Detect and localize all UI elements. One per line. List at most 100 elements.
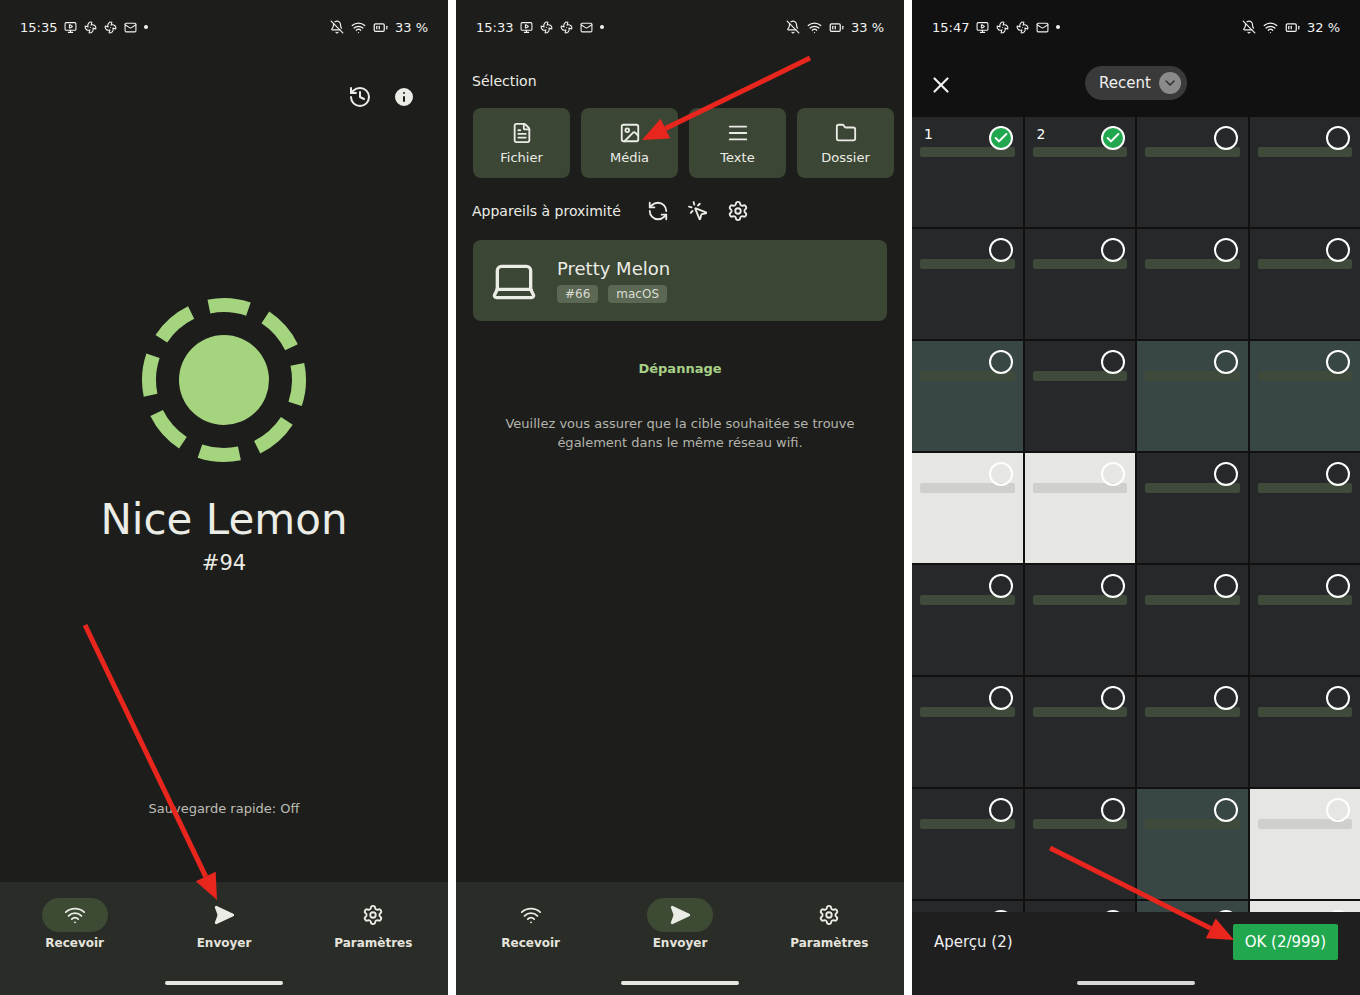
app-icon: [1016, 21, 1029, 34]
media-thumbnail[interactable]: [1025, 229, 1136, 339]
select-mark[interactable]: [989, 462, 1013, 486]
media-thumbnail[interactable]: [1137, 229, 1248, 339]
media-thumbnail[interactable]: [1025, 677, 1136, 787]
select-mark[interactable]: [1214, 350, 1238, 374]
selection-tile[interactable]: Média: [581, 108, 678, 178]
select-mark[interactable]: [1326, 798, 1350, 822]
select-mark[interactable]: [1326, 126, 1350, 150]
media-thumbnail[interactable]: [1137, 565, 1248, 675]
select-mark[interactable]: [1214, 910, 1238, 912]
select-mark[interactable]: [1214, 238, 1238, 262]
media-thumbnail[interactable]: [1137, 117, 1248, 227]
select-mark[interactable]: [1326, 686, 1350, 710]
media-thumbnail[interactable]: [912, 677, 1023, 787]
select-mark[interactable]: [1101, 910, 1125, 912]
media-thumbnail[interactable]: [1137, 677, 1248, 787]
media-thumbnail[interactable]: [1250, 565, 1360, 675]
nav-label: Recevoir: [45, 936, 104, 950]
selection-tile[interactable]: Fichier: [473, 108, 570, 178]
select-mark[interactable]: [1101, 798, 1125, 822]
nav-item[interactable]: Recevoir: [20, 898, 130, 950]
media-thumbnail[interactable]: [1250, 677, 1360, 787]
media-thumbnail[interactable]: [1025, 901, 1136, 912]
select-mark[interactable]: [989, 350, 1013, 374]
media-thumbnail[interactable]: [1250, 341, 1360, 451]
media-thumbnail[interactable]: [1025, 341, 1136, 451]
select-mark[interactable]: [1101, 686, 1125, 710]
select-mark[interactable]: [1101, 462, 1125, 486]
device-card[interactable]: Pretty Melon#66macOS: [473, 240, 887, 321]
selection-order: 1: [924, 126, 933, 142]
nav-icon: [213, 904, 235, 926]
media-grid: 12: [912, 117, 1360, 912]
select-mark[interactable]: [1214, 462, 1238, 486]
media-thumbnail[interactable]: [1250, 453, 1360, 563]
select-mark[interactable]: [1101, 238, 1125, 262]
select-mark[interactable]: [1326, 574, 1350, 598]
select-mark[interactable]: [989, 798, 1013, 822]
close-icon[interactable]: [928, 72, 954, 98]
select-mark[interactable]: [1214, 574, 1238, 598]
media-thumbnail[interactable]: [1025, 789, 1136, 899]
select-mark[interactable]: [989, 126, 1013, 150]
select-mark[interactable]: [989, 686, 1013, 710]
check-icon: [993, 130, 1009, 146]
media-thumbnail[interactable]: [1137, 453, 1248, 563]
media-thumbnail[interactable]: [1137, 341, 1248, 451]
nav-icon: [64, 904, 86, 926]
ok-button[interactable]: OK (2/999): [1233, 924, 1338, 960]
status-time: 15:35: [20, 20, 57, 35]
select-mark[interactable]: [1326, 462, 1350, 486]
select-mark[interactable]: [989, 574, 1013, 598]
media-thumbnail[interactable]: [912, 453, 1023, 563]
media-thumbnail[interactable]: [1250, 229, 1360, 339]
nav-item[interactable]: Envoyer: [625, 898, 735, 950]
app-icon: [104, 21, 117, 34]
history-icon[interactable]: [348, 85, 372, 109]
quick-save-status[interactable]: Sauvegarde rapide: Off: [0, 801, 448, 816]
select-mark[interactable]: [1214, 798, 1238, 822]
gear-icon[interactable]: [727, 200, 749, 222]
select-mark[interactable]: [989, 238, 1013, 262]
select-mark[interactable]: [1101, 350, 1125, 374]
wifi-icon: [807, 20, 822, 35]
select-mark[interactable]: [1101, 574, 1125, 598]
media-thumbnail[interactable]: [1250, 901, 1360, 912]
device-tag: #66: [557, 285, 598, 303]
select-mark[interactable]: [989, 910, 1013, 912]
media-thumbnail[interactable]: [1025, 453, 1136, 563]
select-mark[interactable]: [1326, 238, 1350, 262]
preview-button[interactable]: Aperçu (2): [934, 933, 1013, 951]
media-thumbnail[interactable]: [912, 901, 1023, 912]
media-thumbnail[interactable]: [1025, 565, 1136, 675]
media-thumbnail[interactable]: [912, 341, 1023, 451]
album-dropdown[interactable]: Recent: [1085, 66, 1187, 100]
selection-tile[interactable]: Dossier: [797, 108, 894, 178]
select-mark[interactable]: [1326, 350, 1350, 374]
media-thumbnail[interactable]: [1137, 789, 1248, 899]
manual-send-icon[interactable]: [687, 200, 709, 222]
media-thumbnail[interactable]: [912, 565, 1023, 675]
nav-pill: [647, 898, 713, 932]
nav-pill: [191, 898, 257, 932]
info-icon[interactable]: [392, 85, 416, 109]
media-thumbnail[interactable]: [912, 229, 1023, 339]
select-mark[interactable]: [1214, 126, 1238, 150]
media-thumbnail[interactable]: [1250, 789, 1360, 899]
media-thumbnail[interactable]: [1250, 117, 1360, 227]
media-picker-screen: 15:4732 %Recent12Aperçu (2)OK (2/999): [912, 0, 1360, 995]
nav-item[interactable]: Envoyer: [169, 898, 279, 950]
nav-item[interactable]: Paramètres: [318, 898, 428, 950]
media-thumbnail[interactable]: 2: [1025, 117, 1136, 227]
nav-item[interactable]: Paramètres: [774, 898, 884, 950]
troubleshoot-link[interactable]: Dépannage: [456, 361, 904, 376]
select-mark[interactable]: [1214, 686, 1238, 710]
select-mark[interactable]: [1326, 910, 1350, 912]
nav-item[interactable]: Recevoir: [476, 898, 586, 950]
selection-tile[interactable]: Texte: [689, 108, 786, 178]
media-thumbnail[interactable]: 1: [912, 117, 1023, 227]
refresh-icon[interactable]: [647, 200, 669, 222]
media-thumbnail[interactable]: [912, 789, 1023, 899]
select-mark[interactable]: [1101, 126, 1125, 150]
media-thumbnail[interactable]: [1137, 901, 1248, 912]
